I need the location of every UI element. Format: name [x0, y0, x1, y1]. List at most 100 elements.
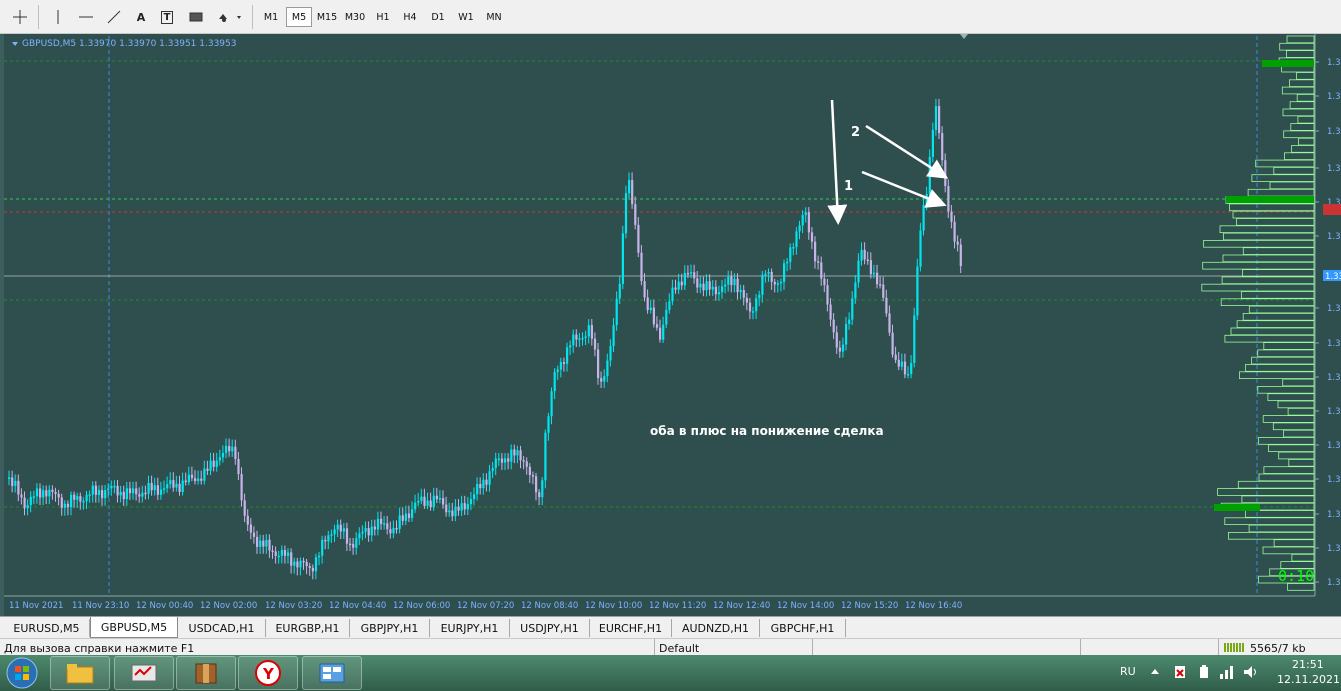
- taskbar-yandex[interactable]: Y: [238, 656, 298, 690]
- chart-collapse-icon[interactable]: [12, 42, 18, 46]
- price-tick-label: 1.33: [1327, 544, 1341, 554]
- candle-body: [814, 241, 817, 262]
- time-axis: 11 Nov 2021 11 Nov 23:10 12 Nov 00:40 12 No…: [9, 601, 962, 611]
- candle-body: [169, 480, 172, 485]
- candle-body: [60, 497, 63, 508]
- timeframe-m15[interactable]: M15: [314, 7, 340, 27]
- symbol-tab-gbpjpy-h1[interactable]: GBPJPY,H1: [350, 619, 430, 637]
- candle-body: [792, 247, 795, 249]
- tray-power-icon[interactable]: [1196, 664, 1212, 680]
- candle-body: [869, 260, 872, 275]
- candle-body: [283, 550, 287, 556]
- tray-flag-icon[interactable]: [1172, 664, 1188, 680]
- candle-body: [35, 488, 39, 497]
- candle-body: [504, 458, 507, 463]
- candle-body: [708, 281, 711, 290]
- annotation-arrow[interactable]: [827, 99, 848, 225]
- symbol-tab-eurusd-m5[interactable]: EURUSD,M5: [4, 619, 90, 637]
- objects-dropdown-icon[interactable]: [214, 6, 244, 28]
- candle-body: [907, 374, 910, 376]
- tray-expand-icon[interactable]: [1150, 667, 1160, 677]
- candle-body: [293, 561, 296, 566]
- candle-body: [600, 378, 603, 382]
- tray-time[interactable]: 21:51: [1292, 658, 1324, 671]
- candle-body: [541, 480, 544, 498]
- taskbar-control[interactable]: [302, 656, 362, 690]
- candle-body: [786, 261, 789, 264]
- volume-profile-bar: [1255, 159, 1315, 168]
- taskbar-terminal[interactable]: [114, 656, 174, 690]
- candle-body: [593, 338, 597, 350]
- start-button[interactable]: [2, 656, 42, 690]
- candle-body: [538, 492, 541, 498]
- candle-body: [615, 298, 618, 326]
- time-tick-label: 12 Nov 16:40: [905, 601, 962, 611]
- price-tick-label: 1.33: [1327, 510, 1341, 520]
- candle-body: [649, 307, 652, 311]
- candle-body: [863, 249, 866, 260]
- symbol-tab-eurjpy-h1[interactable]: EURJPY,H1: [430, 619, 510, 637]
- candle-body: [628, 180, 631, 194]
- timeframe-h1[interactable]: H1: [370, 7, 396, 27]
- candle-body: [63, 503, 66, 508]
- volume-profile-bar: [1248, 305, 1315, 314]
- text-label-glyph: T: [160, 10, 174, 24]
- tray-network-icon[interactable]: [1218, 664, 1236, 680]
- timeframe-w1[interactable]: W1: [453, 7, 479, 27]
- chart-canvas[interactable]: GBPUSD,M5 1.33970 1.33970 1.33951 1.3395…: [4, 34, 1341, 616]
- crosshair-icon[interactable]: [8, 6, 32, 28]
- candle-body: [355, 538, 358, 548]
- time-tick-label: 12 Nov 07:20: [457, 601, 514, 611]
- candle-body: [835, 332, 838, 348]
- chart-shift-marker[interactable]: [960, 34, 968, 39]
- candle-body: [190, 474, 194, 479]
- candle-body: [215, 460, 218, 467]
- text-label-icon[interactable]: T: [156, 6, 178, 28]
- status-profile[interactable]: Default: [659, 642, 699, 655]
- candle-body: [314, 557, 318, 572]
- price-tick-label: 1.33: [1327, 373, 1341, 383]
- tray-volume-icon[interactable]: [1242, 664, 1260, 680]
- symbol-tab-eurchf-h1[interactable]: EURCHF,H1: [590, 619, 672, 637]
- candle-body: [789, 247, 792, 262]
- horizontal-line-icon[interactable]: [74, 6, 98, 28]
- chart-annotation[interactable]: оба в плюс на понижение сделка: [650, 424, 884, 438]
- candle-body: [104, 490, 107, 499]
- trendline-icon[interactable]: [102, 6, 126, 28]
- timeframe-m1[interactable]: M1: [258, 7, 284, 27]
- timeframe-m30[interactable]: M30: [342, 7, 368, 27]
- taskbar-archive[interactable]: [176, 656, 236, 690]
- symbol-tab-gbpusd-m5[interactable]: GBPUSD,M5: [90, 617, 178, 638]
- candle-body: [54, 491, 57, 494]
- candle-body: [339, 524, 342, 532]
- timeframe-h4[interactable]: H4: [397, 7, 423, 27]
- candle-body: [513, 449, 516, 456]
- candle-body: [547, 416, 550, 433]
- vertical-line-icon[interactable]: [48, 6, 68, 28]
- candle-body: [618, 283, 621, 299]
- volume-profile-bar: [1282, 108, 1315, 117]
- price-chart[interactable]: GBPUSD,M5 1.33970 1.33970 1.33951 1.3395…: [0, 34, 1341, 616]
- symbol-tab-usdjpy-h1[interactable]: USDJPY,H1: [510, 619, 590, 637]
- timeframe-mn[interactable]: MN: [481, 7, 507, 27]
- symbol-tab-usdcad-h1[interactable]: USDCAD,H1: [178, 619, 266, 637]
- timeframe-m5[interactable]: M5: [286, 7, 312, 27]
- volume-profile-bar: [1248, 524, 1315, 533]
- symbol-tab-gbpchf-h1[interactable]: GBPCHF,H1: [760, 619, 846, 637]
- text-tool-icon[interactable]: A: [130, 6, 152, 28]
- volume-profile-bar: [1298, 137, 1315, 146]
- candle-body: [497, 458, 500, 461]
- symbol-tab-audnzd-h1[interactable]: AUDNZD,H1: [672, 619, 760, 637]
- symbol-tab-eurgbp-h1[interactable]: EURGBP,H1: [266, 619, 350, 637]
- rectangle-icon[interactable]: [184, 6, 208, 28]
- candle-body: [380, 518, 383, 525]
- tray-language[interactable]: RU: [1120, 665, 1136, 678]
- taskbar-explorer[interactable]: [50, 656, 110, 690]
- candle-body: [531, 475, 535, 477]
- timeframe-d1[interactable]: D1: [425, 7, 451, 27]
- connection-bars-icon[interactable]: [1224, 643, 1244, 652]
- candle-body: [640, 252, 643, 282]
- tray-date[interactable]: 12.11.2021: [1277, 673, 1340, 686]
- price-axis[interactable]: [1315, 34, 1341, 616]
- time-tick-label: 12 Nov 03:20: [265, 601, 322, 611]
